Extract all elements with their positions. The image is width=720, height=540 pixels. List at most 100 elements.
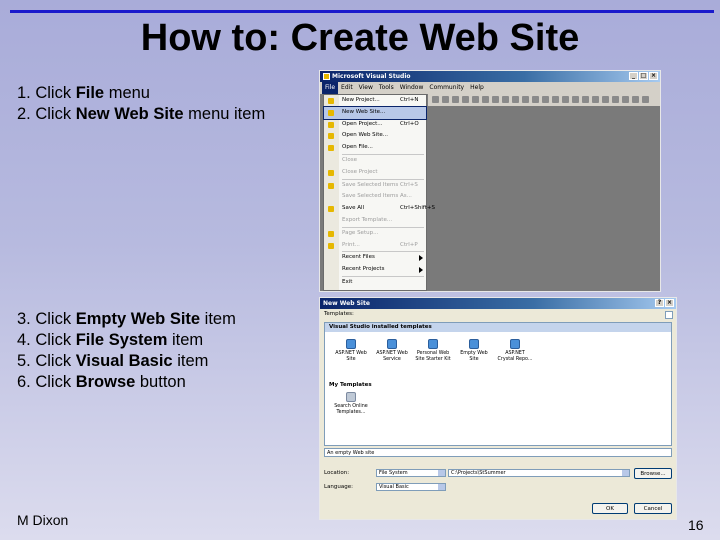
toolbar-icon[interactable] [602,96,609,103]
maximize-icon[interactable]: □ [639,72,648,80]
menu-item[interactable]: New Project... Ctrl+N [324,95,426,107]
toolbar-icon[interactable] [452,96,459,103]
my-templates-header: My Templates [329,382,372,388]
template-name-2: Site [469,357,479,362]
toolbar-icon[interactable] [532,96,539,103]
template-item[interactable]: ASP.NET Web Service [372,339,412,363]
toolbar-icon[interactable] [502,96,509,103]
path-value: C:\Projects\StSummer [451,470,506,476]
menu-item-label: Open Web Site... [342,132,388,139]
menu-item[interactable]: Exit [324,277,426,289]
dialog-title-text: New Web Site [323,300,370,307]
menu-item-shortcut: Ctrl+Shift+S [400,205,435,212]
step-target: Browse [75,373,136,391]
browse-button[interactable]: Browse... [634,468,672,479]
menu-item[interactable]: New Web Site... [323,105,427,120]
menu-item-label: Exit [342,278,353,285]
toolbar-icon[interactable] [612,96,619,103]
toolbar-icon[interactable] [462,96,469,103]
menu-item-icon [328,206,334,213]
step-text: 2. Click [17,105,76,123]
toolbar-icon[interactable] [552,96,559,103]
web-service-icon [387,339,397,349]
toolbar-icon[interactable] [632,96,639,103]
location-select[interactable]: File System [376,469,446,477]
page-number: 16 [688,517,704,533]
menu-item[interactable]: Open Project... Ctrl+O [324,119,426,131]
menu-item-label: Close [342,156,357,163]
toolbar-icon[interactable] [562,96,569,103]
vs-titlebar: Microsoft Visual Studio _ □ × [320,71,660,82]
slide-title: How to: Create Web Site [140,17,580,59]
menubar-item-tools[interactable]: Tools [376,82,397,94]
template-item[interactable]: Empty Web Site [454,339,494,363]
toolbar-icon[interactable] [432,96,439,103]
view-toggle-icon[interactable] [665,311,673,319]
step-target: Empty Web Site [75,310,201,328]
search-online-icon [346,392,356,402]
step-suffix: button [135,373,186,391]
crystal-report-icon [510,339,520,349]
template-name-2: Templates... [336,410,366,415]
templates-label: Templates: [324,311,354,317]
template-item[interactable]: ASP.NET Web Site [331,339,371,363]
toolbar-icon[interactable] [572,96,579,103]
menu-item: Save Selected Items Ctrl+S [324,180,426,192]
toolbar-icon[interactable] [482,96,489,103]
template-item[interactable]: ASP.NET Crystal Repo... [495,339,535,363]
template-item[interactable]: Personal Web Site Starter Kit [413,339,453,363]
language-select[interactable]: Visual Basic [376,483,446,491]
menubar-item-community[interactable]: Community [426,82,467,94]
menu-item[interactable]: Recent Files [324,252,426,264]
menu-item[interactable]: Open File... [324,142,426,154]
step-suffix: item [172,352,209,370]
vs-menubar: File Edit View Tools Window Community Help [320,82,660,94]
menu-item-label: New Project... [342,97,380,103]
toolbar-icon[interactable] [522,96,529,103]
cancel-button[interactable]: Cancel [634,503,672,514]
toolbar-icon[interactable] [592,96,599,103]
toolbar-icon[interactable] [512,96,519,103]
template-item[interactable]: Search Online Templates... [331,392,371,416]
menubar-item-file[interactable]: File [322,82,339,94]
menu-item-label: Open Project... [342,120,383,127]
menu-item[interactable]: Recent Projects [324,264,426,276]
toolbar-icon[interactable] [492,96,499,103]
menubar-item-edit[interactable]: Edit [338,82,356,94]
toolbar-icon[interactable] [622,96,629,103]
toolbar-icon[interactable] [582,96,589,103]
location-value: File System [379,470,408,476]
menu-item: Print... Ctrl+P [324,240,426,252]
menu-item-label: Recent Projects [342,266,385,273]
menu-item: Page Setup... [324,228,426,240]
dialog-close-icon[interactable]: × [665,299,674,307]
toolbar-icon[interactable] [442,96,449,103]
menu-item-shortcut: Ctrl+O [400,120,419,127]
menubar-item-view[interactable]: View [356,82,376,94]
toolbar-icon[interactable] [542,96,549,103]
close-icon[interactable]: × [649,72,658,80]
chevron-down-icon [622,470,629,476]
step-target: Visual Basic [75,352,173,370]
menu-item[interactable]: Save All Ctrl+Shift+S [324,203,435,215]
menubar-item-window[interactable]: Window [397,82,427,94]
language-label: Language: [324,484,353,490]
menu-item[interactable]: Open Web Site... [324,130,426,142]
menu-item-label: Save Selected Items As... [342,193,412,200]
minimize-icon[interactable]: _ [629,72,638,80]
step-target: File System [75,331,168,349]
help-icon[interactable]: ? [655,299,664,307]
menu-item-label: Save Selected Items [342,181,399,188]
path-input[interactable]: C:\Projects\StSummer [448,469,630,477]
step-text: 3. Click [17,310,76,328]
menubar-item-help[interactable]: Help [467,82,487,94]
chevron-down-icon [438,470,445,476]
toolbar-icon[interactable] [472,96,479,103]
instruction-step: 2. Click New Web Site menu item [17,104,265,125]
menu-item-label: Export Template... [342,216,393,223]
starter-kit-icon [428,339,438,349]
ok-button[interactable]: OK [592,503,628,514]
menu-item-icon [328,242,334,249]
toolbar-icon[interactable] [642,96,649,103]
template-description: An empty Web site [324,448,672,457]
